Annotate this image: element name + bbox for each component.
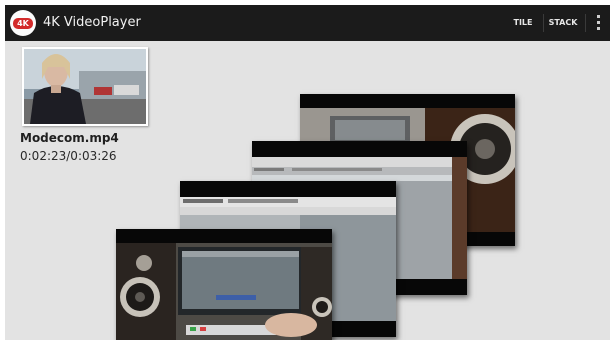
screen: 4K 4K VideoPlayer TILE STACK Modecom.mp4… — [5, 5, 610, 340]
video-time: 0:02:23/0:03:26 — [20, 149, 117, 163]
action-separator — [585, 14, 586, 32]
app-title: 4K VideoPlayer — [43, 15, 141, 30]
action-bar: 4K 4K VideoPlayer TILE STACK — [5, 5, 610, 41]
app-logo-icon: 4K — [10, 10, 36, 36]
logo-text: 4K — [13, 18, 33, 29]
thumbnail-image — [24, 49, 146, 124]
video-file-name: Modecom.mp4 — [20, 131, 119, 145]
stacked-frame-1[interactable] — [116, 229, 332, 340]
video-thumbnail[interactable] — [22, 47, 148, 126]
tile-button[interactable]: TILE — [503, 5, 543, 41]
overflow-menu-icon[interactable] — [587, 5, 609, 41]
frame-image — [116, 229, 332, 340]
stack-button[interactable]: STACK — [543, 5, 583, 41]
